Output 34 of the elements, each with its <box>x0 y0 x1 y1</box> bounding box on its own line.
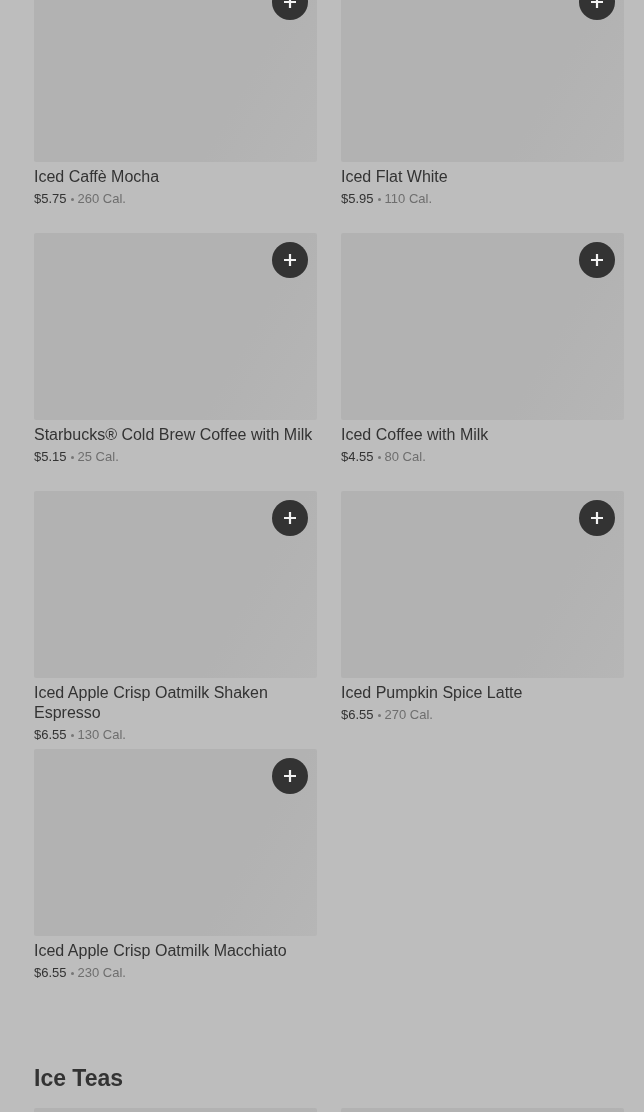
product-price: $5.75 <box>34 191 67 207</box>
separator-dot <box>377 197 381 201</box>
product-price: $5.15 <box>34 449 67 465</box>
separator-dot <box>70 971 74 975</box>
plus-icon <box>590 253 604 267</box>
plus-icon <box>283 769 297 783</box>
calories: 110 Cal. <box>384 191 432 207</box>
calories: 130 Cal. <box>77 727 126 743</box>
calories: 80 Cal. <box>384 449 426 465</box>
calories: 270 Cal. <box>384 707 433 723</box>
product-name: Iced Flat White <box>341 167 449 187</box>
product-price: $4.55 <box>341 449 374 465</box>
product-name: Iced Caffè Mocha <box>34 167 161 187</box>
product-name: Iced Apple Crisp Oatmilk Shaken Espresso <box>34 683 269 723</box>
product-name: Iced Coffee with Milk <box>341 425 490 445</box>
separator-dot <box>70 733 74 737</box>
separator-dot <box>70 197 74 201</box>
section-heading: Ice Teas <box>34 1064 125 1091</box>
calories: 230 Cal. <box>77 965 126 981</box>
product-price: $6.55 <box>341 707 374 723</box>
plus-icon <box>283 511 297 525</box>
product-price: $6.55 <box>34 965 67 981</box>
product-name: Starbucks® Cold Brew Coffee with Milk <box>34 425 314 445</box>
product-name: Iced Pumpkin Spice Latte <box>341 683 524 703</box>
plus-icon <box>283 253 297 267</box>
plus-icon <box>590 511 604 525</box>
calories: 260 Cal. <box>77 191 126 207</box>
product-name: Iced Apple Crisp Oatmilk Macchiato <box>34 941 288 961</box>
separator-dot <box>70 455 74 459</box>
separator-dot <box>377 713 381 717</box>
product-price: $6.55 <box>34 727 67 743</box>
calories: 25 Cal. <box>77 449 119 465</box>
separator-dot <box>377 455 381 459</box>
product-price: $5.95 <box>341 191 374 207</box>
